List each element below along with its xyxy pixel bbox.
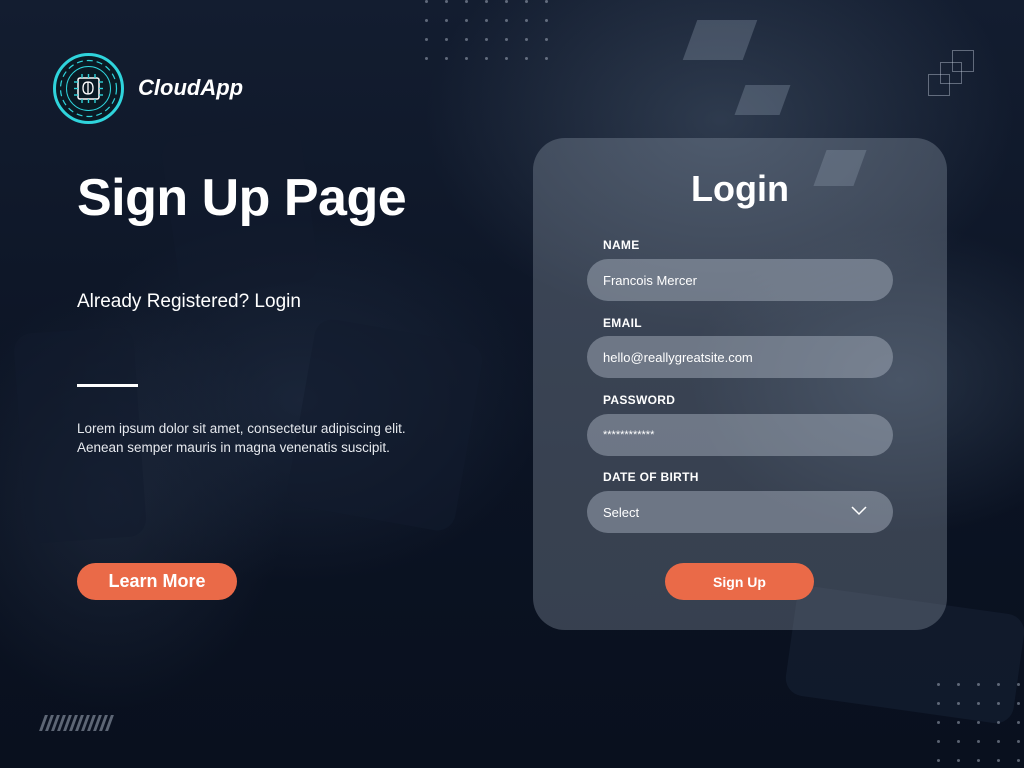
dob-value: Select bbox=[603, 504, 640, 520]
decorative-dot bbox=[1017, 721, 1020, 724]
decorative-dot bbox=[465, 19, 468, 22]
decorative-dot bbox=[525, 38, 528, 41]
name-value: Francois Mercer bbox=[603, 272, 697, 288]
learn-more-button[interactable]: Learn More bbox=[77, 563, 237, 600]
brain-chip-icon[interactable] bbox=[52, 52, 125, 125]
decorative-dot bbox=[937, 721, 940, 724]
decorative-squares-icon bbox=[928, 50, 976, 96]
decorative-dot bbox=[505, 19, 508, 22]
dob-label: DATE OF BIRTH bbox=[603, 470, 699, 484]
decorative-dot bbox=[997, 721, 1000, 724]
decorative-dot bbox=[505, 0, 508, 3]
name-field[interactable]: Francois Mercer bbox=[587, 259, 893, 301]
sign-up-button[interactable]: Sign Up bbox=[665, 563, 814, 600]
decorative-dot bbox=[957, 759, 960, 762]
decorative-dot bbox=[505, 57, 508, 60]
decorative-dot bbox=[465, 57, 468, 60]
name-label: NAME bbox=[603, 238, 640, 252]
decorative-stripes bbox=[39, 715, 114, 731]
decorative-dot bbox=[425, 19, 428, 22]
dob-select[interactable]: Select bbox=[587, 491, 893, 533]
decorative-dot bbox=[545, 57, 548, 60]
decorative-dot bbox=[485, 19, 488, 22]
decorative-dot bbox=[957, 702, 960, 705]
decorative-dot-grid bbox=[425, 0, 548, 60]
decorative-dot bbox=[997, 759, 1000, 762]
decorative-dot bbox=[545, 0, 548, 3]
decorative-dot bbox=[957, 740, 960, 743]
chevron-down-icon bbox=[851, 506, 867, 516]
decorative-dot bbox=[1017, 683, 1020, 686]
decorative-dot bbox=[465, 38, 468, 41]
decorative-dot bbox=[957, 683, 960, 686]
decorative-dot bbox=[485, 38, 488, 41]
decorative-dot bbox=[997, 702, 1000, 705]
decorative-dot-grid bbox=[937, 683, 1020, 762]
login-link[interactable]: Already Registered? Login bbox=[77, 291, 301, 313]
decorative-dot bbox=[937, 702, 940, 705]
decorative-dot bbox=[997, 740, 1000, 743]
decorative-dot bbox=[977, 702, 980, 705]
decorative-dot bbox=[937, 740, 940, 743]
description-text: Lorem ipsum dolor sit amet, consectetur … bbox=[77, 419, 467, 457]
decorative-dot bbox=[977, 721, 980, 724]
decorative-dot bbox=[957, 721, 960, 724]
decorative-dot bbox=[1017, 740, 1020, 743]
decorative-dot bbox=[505, 38, 508, 41]
decorative-dot bbox=[525, 0, 528, 3]
decorative-dot bbox=[977, 759, 980, 762]
decorative-dot bbox=[485, 0, 488, 3]
description-line: Aenean semper mauris in magna venenatis … bbox=[77, 440, 390, 455]
decorative-dot bbox=[997, 683, 1000, 686]
decorative-dot bbox=[525, 57, 528, 60]
decorative-dot bbox=[465, 0, 468, 3]
decorative-dot bbox=[445, 57, 448, 60]
divider bbox=[77, 384, 138, 387]
email-field[interactable]: hello@reallygreatsite.com bbox=[587, 336, 893, 378]
decorative-dot bbox=[977, 740, 980, 743]
description-line: Lorem ipsum dolor sit amet, consectetur … bbox=[77, 421, 406, 436]
decorative-dot bbox=[525, 19, 528, 22]
decorative-dot bbox=[937, 759, 940, 762]
password-value: ************ bbox=[603, 429, 655, 441]
page-title: Sign Up Page bbox=[77, 169, 407, 227]
decorative-dot bbox=[545, 19, 548, 22]
login-card bbox=[533, 138, 947, 630]
brand-name[interactable]: CloudApp bbox=[138, 75, 243, 101]
email-label: EMAIL bbox=[603, 316, 642, 330]
decorative-dot bbox=[977, 683, 980, 686]
decorative-dot bbox=[937, 683, 940, 686]
decorative-dot bbox=[445, 0, 448, 3]
form-title: Login bbox=[691, 168, 789, 209]
decorative-dot bbox=[1017, 702, 1020, 705]
email-value: hello@reallygreatsite.com bbox=[603, 349, 753, 365]
password-label: PASSWORD bbox=[603, 393, 676, 407]
decorative-dot bbox=[425, 38, 428, 41]
decorative-dot bbox=[485, 57, 488, 60]
decorative-dot bbox=[545, 38, 548, 41]
decorative-dot bbox=[445, 19, 448, 22]
decorative-dot bbox=[425, 0, 428, 3]
decorative-dot bbox=[425, 57, 428, 60]
decorative-dot bbox=[1017, 759, 1020, 762]
password-field[interactable]: ************ bbox=[587, 414, 893, 456]
decorative-dot bbox=[445, 38, 448, 41]
